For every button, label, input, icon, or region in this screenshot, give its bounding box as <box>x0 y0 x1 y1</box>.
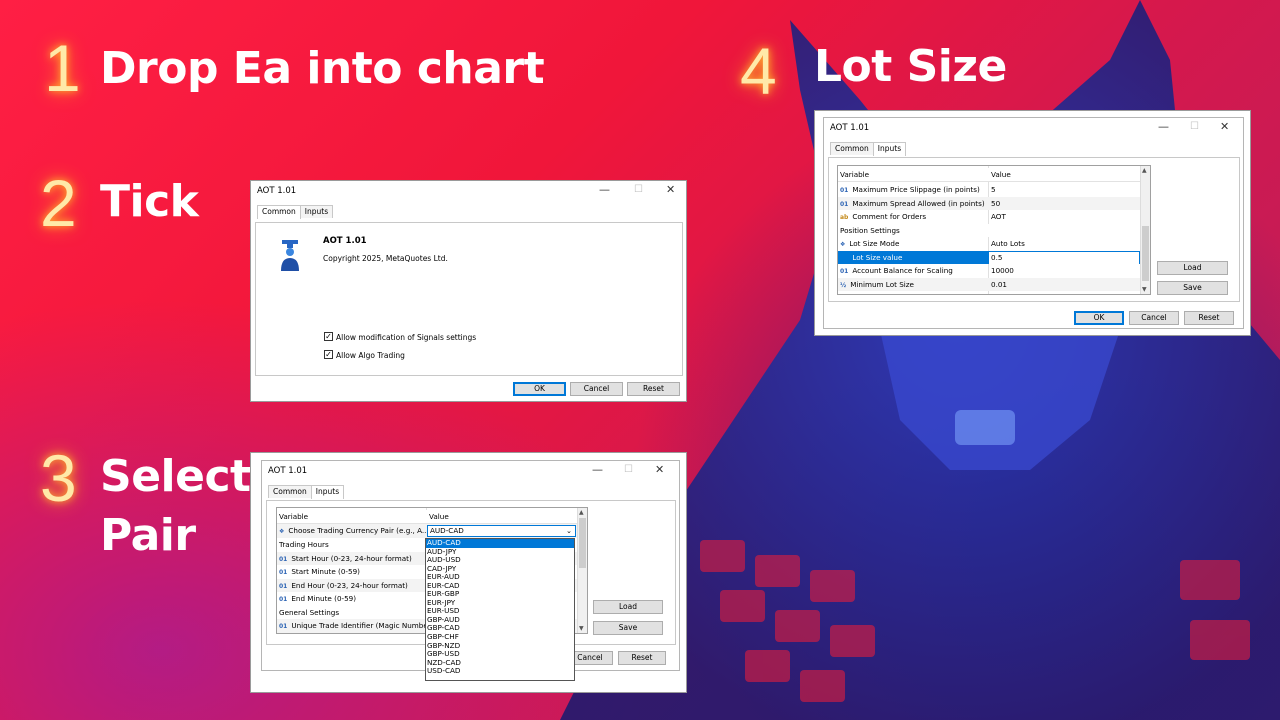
int-icon: 01 <box>840 268 849 275</box>
grid-scrollbar[interactable]: ▲ ▼ <box>1140 166 1150 294</box>
tab-inputs[interactable]: Inputs <box>310 485 345 499</box>
scroll-down-icon[interactable]: ▼ <box>1142 286 1147 293</box>
int-icon: 01 <box>279 555 288 563</box>
close-icon[interactable]: ✕ <box>666 183 675 196</box>
load-button[interactable]: Load <box>1157 261 1228 275</box>
row-variable: Choose Trading Currency Pair (e.g., A... <box>288 526 429 535</box>
int-icon: 01 <box>279 582 288 590</box>
title-bar: AOT 1.01 — ☐ ✕ <box>262 461 679 481</box>
step-1-number: 1 <box>44 31 81 105</box>
int-icon: 01 <box>279 623 288 630</box>
save-button[interactable]: Save <box>593 621 663 635</box>
table-row[interactable]: 01 Account Balance for Scaling 10000 <box>838 264 1150 278</box>
table-row[interactable]: ½ Minimum Lot Size 0.01 <box>838 277 1150 291</box>
dialog-title: AOT 1.01 <box>257 186 297 196</box>
step-4-title: Lot Size <box>814 41 1007 92</box>
table-row[interactable]: 01 Maximum Price Slippage (in points) 5 <box>838 183 1150 197</box>
tab-common[interactable]: Common <box>257 205 301 219</box>
step-3-number: 3 <box>40 441 77 515</box>
cancel-button[interactable]: Cancel <box>1129 311 1179 325</box>
algo-trading-label: Allow Algo Trading <box>336 351 405 360</box>
signals-checkbox[interactable]: ✓ <box>324 332 333 341</box>
reset-button[interactable]: Reset <box>1184 311 1234 325</box>
tab-inputs[interactable]: Inputs <box>872 142 907 156</box>
dropdown-option[interactable]: USD-CAD <box>426 667 574 676</box>
title-bar: AOT 1.01 — ☐ ✕ <box>251 181 686 201</box>
step-3-title-line2: Pair <box>100 510 196 561</box>
grid-scrollbar[interactable]: ▲ ▼ <box>577 508 587 633</box>
enum-icon: ❖ <box>279 528 285 535</box>
maximize-icon: ☐ <box>634 184 643 195</box>
common-panel: AOT 1.01 Copyright 2025, MetaQuotes Ltd.… <box>255 222 683 376</box>
tab-inputs[interactable]: Inputs <box>299 205 334 218</box>
table-row[interactable]: ab Comment for Orders AOT <box>838 210 1150 224</box>
tab-bar: Common Inputs <box>268 485 345 499</box>
variable-header: Variable <box>279 512 309 521</box>
tab-common[interactable]: Common <box>268 485 312 498</box>
tab-bar: Common Inputs <box>257 205 334 219</box>
ea-icon <box>281 240 299 271</box>
common-dialog: AOT 1.01 — ☐ ✕ Common Inputs AOT 1.01 Co… <box>250 180 687 402</box>
algo-trading-checkbox[interactable]: ✓ <box>324 350 333 359</box>
chevron-down-icon: ⌄ <box>565 526 572 535</box>
step-2-title: Tick <box>100 176 199 227</box>
int-icon: 01 <box>840 200 849 208</box>
dialog-title: AOT 1.01 <box>830 123 870 133</box>
enum-icon: ❖ <box>840 241 846 248</box>
close-icon[interactable]: ✕ <box>1220 120 1229 133</box>
pair-dropdown-list: AUD-CAD AUD-JPY AUD-USD CAD-JPY EUR-AUD EUR-C… <box>425 538 575 681</box>
save-button[interactable]: Save <box>1157 281 1228 295</box>
dialog-title: AOT 1.01 <box>268 466 308 476</box>
minimize-icon[interactable]: — <box>592 463 603 476</box>
group-row: Position Settings <box>838 223 1150 237</box>
value-header: Value <box>429 512 449 521</box>
tab-common[interactable]: Common <box>830 142 874 155</box>
scroll-down-icon[interactable]: ▼ <box>579 625 584 632</box>
title-bar: AOT 1.01 — ☐ ✕ <box>824 118 1243 138</box>
ok-button[interactable]: OK <box>1074 311 1124 325</box>
reset-button[interactable]: Reset <box>618 651 666 665</box>
minimize-icon[interactable]: — <box>599 183 610 196</box>
load-button[interactable]: Load <box>593 600 663 614</box>
table-row[interactable]: ❖ Choose Trading Currency Pair (e.g., A..… <box>277 524 587 538</box>
maximize-icon: ☐ <box>1190 121 1199 132</box>
reset-button[interactable]: Reset <box>627 382 680 396</box>
lot-size-value-input[interactable]: 0.5 <box>989 251 1139 264</box>
pair-select[interactable]: AUD-CAD ⌄ <box>427 525 576 537</box>
maximize-icon: ☐ <box>624 464 633 475</box>
step-1-title: Drop Ea into chart <box>100 43 545 94</box>
tab-bar: Common Inputs <box>830 142 907 156</box>
int-icon: 01 <box>840 187 849 194</box>
minimize-icon[interactable]: — <box>1158 120 1169 133</box>
cancel-button[interactable]: Cancel <box>570 382 623 396</box>
step-3-title-line1: Select <box>100 451 251 502</box>
pair-select-value: AUD-CAD <box>430 526 464 535</box>
scroll-up-icon[interactable]: ▲ <box>579 509 584 516</box>
table-row[interactable]: ❖ Lot Size Mode Auto Lots <box>838 237 1150 251</box>
int-icon: 01 <box>279 596 288 603</box>
step-4-number: 4 <box>740 34 777 108</box>
pair-dialog: AOT 1.01 — ☐ ✕ Common Inputs Variable Va… <box>250 452 687 693</box>
table-row[interactable]: 01 Maximum Spread Allowed (in points) 50 <box>838 196 1150 210</box>
value-header: Value <box>991 170 1011 179</box>
lot-dialog: AOT 1.01 — ☐ ✕ Common Inputs Variable Va… <box>814 110 1251 336</box>
table-row-selected[interactable]: 01 Lot Size value 0.5 <box>838 250 1150 264</box>
step-2-number: 2 <box>40 166 77 240</box>
inputs-grid: Variable Value 01 Maximum Price Slippage … <box>837 165 1151 295</box>
copyright-text: Copyright 2025, MetaQuotes Ltd. <box>323 254 448 263</box>
close-icon[interactable]: ✕ <box>655 463 664 476</box>
ok-button[interactable]: OK <box>513 382 566 396</box>
scroll-up-icon[interactable]: ▲ <box>1142 167 1147 174</box>
double-icon: ½ <box>840 281 847 289</box>
grid-header: Variable Value <box>838 168 1150 182</box>
ea-name: AOT 1.01 <box>323 236 367 246</box>
string-icon: ab <box>840 214 849 221</box>
int-icon: 01 <box>840 254 849 262</box>
signals-label: Allow modification of Signals settings <box>336 333 477 342</box>
grid-header: Variable Value <box>277 510 587 524</box>
int-icon: 01 <box>279 569 288 576</box>
lot-dialog-window: AOT 1.01 — ☐ ✕ Common Inputs Variable Va… <box>823 117 1244 329</box>
variable-header: Variable <box>840 170 870 179</box>
